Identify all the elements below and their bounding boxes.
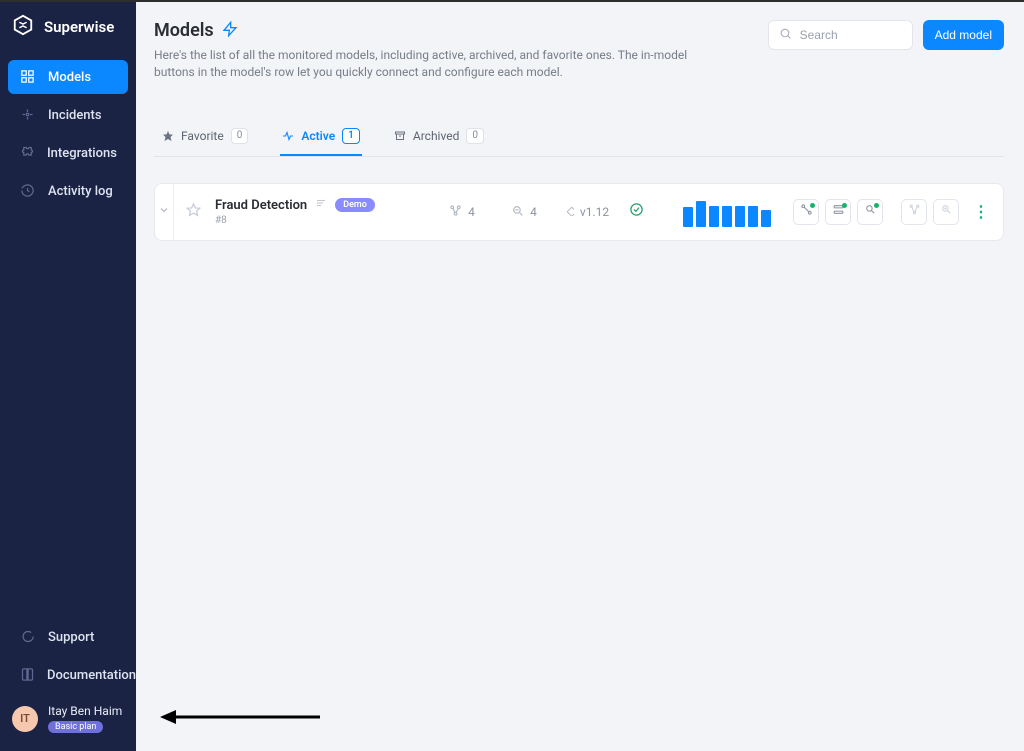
action-zoom-button[interactable] — [933, 199, 959, 225]
sidebar-item-support[interactable]: Support — [8, 620, 128, 654]
puzzle-icon — [20, 145, 35, 161]
sidebar-item-models[interactable]: Models — [8, 60, 128, 94]
stat-value: 4 — [530, 205, 537, 219]
search-box[interactable] — [768, 20, 913, 50]
page-title: Models — [154, 20, 214, 41]
share-icon — [908, 203, 921, 220]
description-icon — [315, 197, 327, 213]
sliders-icon — [832, 203, 845, 220]
sidebar-item-documentation[interactable]: Documentation — [8, 658, 128, 692]
target-icon — [20, 107, 36, 123]
model-name: Fraud Detection — [215, 198, 307, 213]
brand-name: Superwise — [44, 18, 114, 36]
sidebar-item-label: Support — [48, 630, 94, 645]
grid-icon — [20, 69, 36, 85]
expand-toggle[interactable] — [155, 184, 174, 240]
star-icon — [162, 130, 174, 142]
tab-favorite[interactable]: Favorite 0 — [160, 120, 250, 156]
history-icon — [20, 183, 36, 199]
tab-label: Archived — [413, 129, 459, 143]
brand: Superwise — [0, 2, 136, 56]
chevron-down-icon — [158, 204, 170, 220]
zoom-in-icon — [940, 203, 953, 220]
nav-primary: Models Incidents Integrations Activity l… — [0, 56, 136, 212]
stat-search: 4 — [497, 204, 551, 220]
tab-label: Favorite — [181, 129, 224, 143]
sidebar-item-label: Models — [48, 70, 91, 85]
sidebar-item-activity-log[interactable]: Activity log — [8, 174, 128, 208]
search-input[interactable] — [800, 28, 902, 42]
search-icon — [779, 27, 792, 44]
action-connect-button[interactable] — [793, 199, 819, 225]
sidebar-item-label: Integrations — [47, 146, 117, 161]
tab-active[interactable]: Active 1 — [280, 120, 362, 156]
sidebar-item-integrations[interactable]: Integrations — [8, 136, 128, 170]
page-subtitle: Here's the list of all the monitored mod… — [154, 47, 694, 82]
activity-icon — [282, 130, 294, 142]
action-inspect-button[interactable] — [857, 199, 883, 225]
status-ok — [621, 202, 651, 221]
avatar: IT — [12, 706, 38, 732]
user-info: Itay Ben Haim Basic plan — [48, 704, 122, 733]
activity-sparkline — [683, 197, 771, 227]
header-right: Add model — [768, 20, 1004, 50]
model-name-cell[interactable]: Fraud Detection Demo #8 — [209, 197, 379, 226]
magnify-icon — [864, 203, 877, 220]
header-left: Models Here's the list of all the monito… — [154, 20, 694, 82]
archive-icon — [394, 130, 406, 142]
user-row[interactable]: IT Itay Ben Haim Basic plan — [0, 696, 136, 741]
tab-count: 0 — [231, 128, 249, 144]
plug-icon — [800, 203, 813, 220]
stat-groups: 4 — [435, 204, 489, 220]
tabs: Favorite 0 Active 1 Archived 0 — [154, 120, 1004, 157]
zoom-icon — [511, 204, 524, 220]
plan-badge: Basic plan — [48, 721, 103, 733]
tab-archived[interactable]: Archived 0 — [392, 120, 486, 156]
main: Models Here's the list of all the monito… — [136, 2, 1024, 751]
action-configure-button[interactable] — [825, 199, 851, 225]
brand-logo-icon — [12, 14, 34, 40]
stat-value: v1.12 — [580, 205, 609, 219]
tab-label: Active — [301, 129, 335, 143]
nodes-icon — [449, 204, 462, 220]
book-icon — [20, 667, 35, 683]
star-outline-icon — [186, 202, 201, 221]
add-model-button[interactable]: Add model — [923, 20, 1004, 50]
sidebar-item-incidents[interactable]: Incidents — [8, 98, 128, 132]
user-name: Itay Ben Haim — [48, 704, 122, 718]
sidebar-bottom: Support Documentation IT Itay Ben Haim B… — [0, 616, 136, 751]
sidebar-item-label: Incidents — [48, 108, 102, 123]
model-more-menu[interactable]: ⋮ — [969, 202, 993, 221]
kebab-icon: ⋮ — [973, 202, 989, 221]
sidebar-item-label: Activity log — [48, 184, 113, 199]
diamond-icon — [563, 205, 574, 219]
tab-count: 1 — [342, 128, 360, 144]
sidebar: Superwise Models Incidents Integrations — [0, 2, 136, 751]
model-row: Fraud Detection Demo #8 4 4 — [154, 183, 1004, 241]
bolt-icon — [222, 21, 238, 41]
stat-version: v1.12 — [559, 205, 613, 219]
model-id: #8 — [215, 215, 379, 226]
action-share-button[interactable] — [901, 199, 927, 225]
check-circle-icon — [629, 202, 644, 221]
demo-badge: Demo — [335, 198, 375, 212]
sidebar-item-label: Documentation — [47, 668, 136, 683]
favorite-toggle[interactable] — [186, 202, 201, 221]
chat-icon — [20, 629, 36, 645]
tab-count: 0 — [466, 128, 484, 144]
stat-value: 4 — [468, 205, 475, 219]
model-actions: ⋮ — [793, 199, 993, 225]
model-list: Fraud Detection Demo #8 4 4 — [154, 183, 1004, 241]
